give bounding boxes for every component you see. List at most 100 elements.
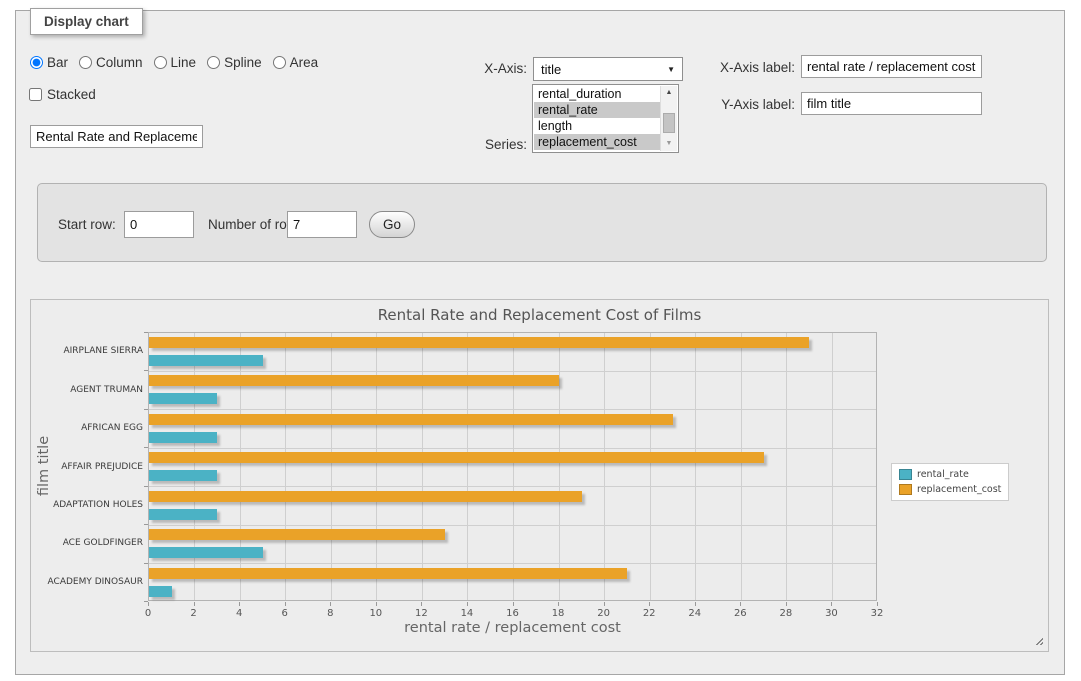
bar-rental_rate-1 bbox=[149, 355, 263, 366]
fieldset-legend: Display chart bbox=[30, 8, 143, 35]
x-axis-tick bbox=[831, 602, 832, 606]
x-axis-tick-label: 24 bbox=[680, 608, 710, 619]
gridline-vertical bbox=[832, 333, 833, 600]
chart-type-option-area[interactable]: Area bbox=[273, 55, 319, 70]
x-axis-label-input[interactable] bbox=[801, 55, 982, 78]
x-axis-tick bbox=[740, 602, 741, 606]
gridline-vertical bbox=[331, 333, 332, 600]
category-label: AGENT TRUMAN bbox=[33, 385, 143, 395]
category-label: ADAPTATION HOLES bbox=[33, 500, 143, 510]
series-options: rental_durationrental_ratelengthreplacem… bbox=[534, 86, 660, 151]
chart-type-option-column[interactable]: Column bbox=[79, 55, 143, 70]
x-axis-tick-label: 10 bbox=[361, 608, 391, 619]
chart-type-option-spline[interactable]: Spline bbox=[207, 55, 262, 70]
gridline-vertical bbox=[741, 333, 742, 600]
legend-label: rental_rate bbox=[917, 469, 969, 480]
bar-replacement_cost-6 bbox=[149, 529, 445, 540]
x-axis-tick bbox=[513, 602, 514, 606]
chart-type-radio-group: Bar Column Line Spline Area bbox=[30, 55, 318, 70]
legend-label: replacement_cost bbox=[917, 484, 1001, 495]
gridline-vertical bbox=[285, 333, 286, 600]
start-row-input[interactable] bbox=[124, 211, 194, 238]
gridline-vertical bbox=[376, 333, 377, 600]
series-option-rental_rate[interactable]: rental_rate bbox=[534, 102, 660, 118]
legend-entry-rental_rate: rental_rate bbox=[899, 469, 1001, 480]
x-axis-tick-label: 12 bbox=[406, 608, 436, 619]
bar-rental_rate-7 bbox=[149, 586, 172, 597]
gridline-vertical bbox=[559, 333, 560, 600]
x-axis-tick bbox=[148, 602, 149, 606]
y-axis-tick bbox=[144, 370, 148, 371]
bar-replacement_cost-7 bbox=[149, 568, 627, 579]
scrollbar-down-arrow-icon[interactable]: ▼ bbox=[661, 137, 677, 151]
series-option-replacement_cost[interactable]: replacement_cost bbox=[534, 134, 660, 150]
stacked-checkbox-row[interactable]: Stacked bbox=[29, 87, 96, 102]
legend-entry-replacement_cost: replacement_cost bbox=[899, 484, 1001, 495]
chart-type-option-bar[interactable]: Bar bbox=[30, 55, 68, 70]
category-label: AIRPLANE SIERRA bbox=[33, 346, 143, 356]
bar-rental_rate-2 bbox=[149, 393, 217, 404]
chart-type-radio-label: Line bbox=[171, 55, 197, 70]
scrollbar-thumb[interactable] bbox=[663, 113, 675, 133]
y-axis-tick bbox=[144, 486, 148, 487]
x-axis-tick-label: 28 bbox=[771, 608, 801, 619]
x-axis-tick bbox=[194, 602, 195, 606]
bar-rental_rate-5 bbox=[149, 509, 217, 520]
chart-type-option-line[interactable]: Line bbox=[154, 55, 197, 70]
x-axis-select[interactable]: title ▼ bbox=[533, 57, 683, 81]
bar-replacement_cost-4 bbox=[149, 452, 764, 463]
x-axis-tick bbox=[330, 602, 331, 606]
chart-type-radio-line[interactable] bbox=[154, 56, 167, 69]
category-label: AFRICAN EGG bbox=[33, 423, 143, 433]
gridline-horizontal bbox=[149, 486, 876, 487]
x-axis-title: rental rate / replacement cost bbox=[148, 620, 877, 636]
y-axis-tick bbox=[144, 601, 148, 602]
gridline-horizontal bbox=[149, 563, 876, 564]
stacked-label: Stacked bbox=[47, 87, 96, 102]
gridline-vertical bbox=[467, 333, 468, 600]
gridline-vertical bbox=[513, 333, 514, 600]
series-scrollbar[interactable]: ▲ ▼ bbox=[660, 86, 677, 151]
x-axis-caption: X-Axis: bbox=[420, 61, 527, 76]
category-label: ACADEMY DINOSAUR bbox=[33, 577, 143, 587]
bar-rental_rate-6 bbox=[149, 547, 263, 558]
category-label: ACE GOLDFINGER bbox=[33, 538, 143, 548]
scrollbar-up-arrow-icon[interactable]: ▲ bbox=[661, 86, 677, 100]
x-axis-tick bbox=[285, 602, 286, 606]
chart-type-radio-area[interactable] bbox=[273, 56, 286, 69]
stacked-checkbox[interactable] bbox=[29, 88, 42, 101]
gridline-horizontal bbox=[149, 371, 876, 372]
series-option-length[interactable]: length bbox=[534, 118, 660, 134]
gridline-horizontal bbox=[149, 448, 876, 449]
x-axis-tick bbox=[239, 602, 240, 606]
x-axis-tick-label: 32 bbox=[862, 608, 892, 619]
chart-type-radio-label: Bar bbox=[47, 55, 68, 70]
chart-type-radio-column[interactable] bbox=[79, 56, 92, 69]
y-axis-label-caption: Y-Axis label: bbox=[690, 97, 795, 112]
resize-handle-icon[interactable] bbox=[1033, 635, 1043, 645]
legend-swatch-replacement_cost bbox=[899, 484, 912, 495]
gridline-vertical bbox=[422, 333, 423, 600]
x-axis-tick-label: 30 bbox=[816, 608, 846, 619]
chart-type-radio-spline[interactable] bbox=[207, 56, 220, 69]
y-axis-label-input[interactable] bbox=[801, 92, 982, 115]
chart-legend: rental_rate replacement_cost bbox=[891, 463, 1009, 501]
series-caption: Series: bbox=[420, 137, 527, 152]
chart-title-input[interactable] bbox=[30, 125, 203, 148]
x-axis-tick bbox=[467, 602, 468, 606]
x-axis-tick-label: 2 bbox=[179, 608, 209, 619]
gridline-vertical bbox=[240, 333, 241, 600]
series-multiselect[interactable]: rental_durationrental_ratelengthreplacem… bbox=[532, 84, 679, 153]
series-option-rental_duration[interactable]: rental_duration bbox=[534, 86, 660, 102]
go-button[interactable]: Go bbox=[369, 211, 415, 238]
bar-replacement_cost-5 bbox=[149, 491, 582, 502]
chart-type-radio-bar[interactable] bbox=[30, 56, 43, 69]
x-axis-tick-label: 8 bbox=[315, 608, 345, 619]
bar-replacement_cost-2 bbox=[149, 375, 559, 386]
number-of-rows-input[interactable] bbox=[287, 211, 357, 238]
x-axis-tick-label: 20 bbox=[589, 608, 619, 619]
x-axis-tick bbox=[421, 602, 422, 606]
chart-type-radio-label: Spline bbox=[224, 55, 262, 70]
x-axis-tick-label: 0 bbox=[133, 608, 163, 619]
start-row-caption: Start row: bbox=[58, 217, 116, 232]
